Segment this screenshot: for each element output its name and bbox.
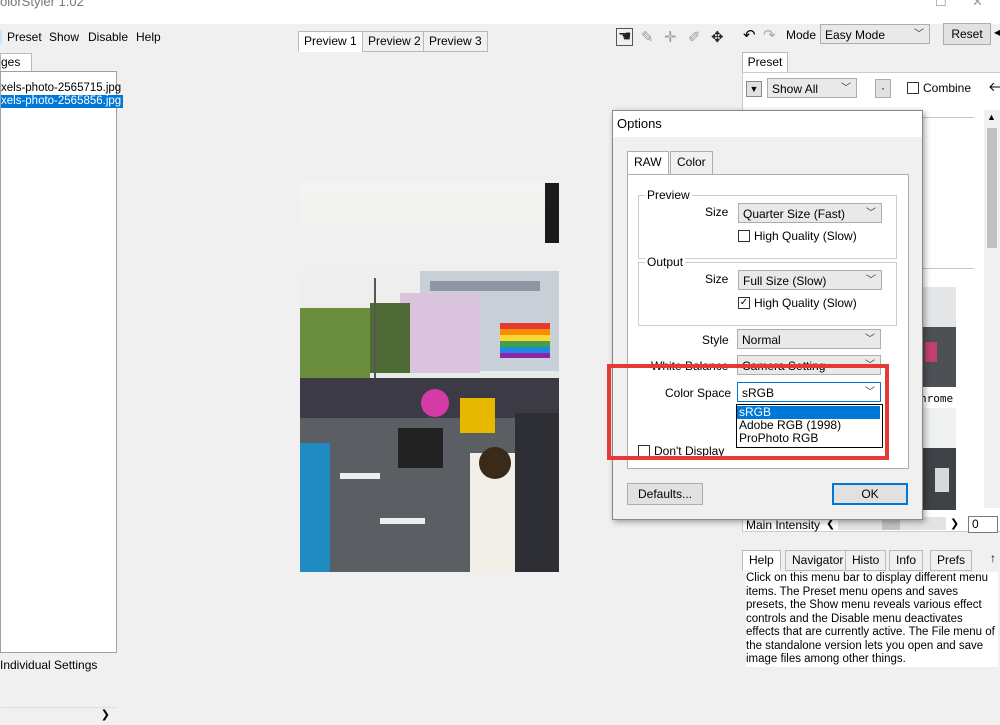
output-hq-label: High Quality (Slow) — [754, 296, 857, 310]
redo-icon[interactable]: ↷ — [763, 26, 776, 44]
tab-raw[interactable]: RAW — [627, 151, 669, 176]
menu-disable[interactable]: Disable — [88, 30, 128, 44]
style-select[interactable]: Normal ﹀ — [737, 329, 881, 349]
menu-item-partial[interactable] — [0, 30, 2, 44]
collapse-icon[interactable]: ◂ — [994, 25, 1000, 39]
images-tab[interactable]: ges — [0, 53, 32, 72]
output-group-label: Output — [645, 255, 686, 269]
preview-size-value: Quarter Size (Fast) — [743, 207, 846, 221]
tab-info[interactable]: Info — [889, 550, 924, 571]
preview-size-label: Size — [705, 205, 729, 219]
output-size-select[interactable]: Full Size (Slow) ﹀ — [738, 270, 882, 290]
style-select-value: Normal — [742, 333, 781, 347]
preview-group-label: Preview — [645, 188, 692, 202]
crosshair-icon[interactable]: ✛ — [664, 28, 677, 46]
thumbnail-caption: hrome — [920, 392, 954, 405]
tab-preset[interactable]: Preset — [742, 52, 788, 73]
menu-help[interactable]: Help — [136, 30, 161, 44]
mode-select[interactable]: Easy Mode ﹀ — [820, 24, 930, 44]
small-button[interactable]: · — [875, 79, 891, 98]
preset-menu-icon[interactable]: ▼ — [746, 81, 762, 97]
preset-thumbnail[interactable] — [920, 287, 956, 387]
preview-hq-label: High Quality (Slow) — [754, 229, 857, 243]
hand-icon[interactable]: ☚ — [616, 28, 634, 46]
arrow-left-icon[interactable]: 🡐 — [988, 79, 1000, 95]
menu-preset[interactable]: Preset — [7, 30, 42, 44]
output-size-label: Size — [705, 272, 729, 286]
preview-size-select[interactable]: Quarter Size (Fast) ﹀ — [738, 203, 882, 223]
pencil-icon[interactable]: ✐ — [688, 28, 701, 46]
slider-right-icon[interactable]: ❯ — [950, 517, 959, 530]
tab-navigator[interactable]: Navigator — [785, 550, 851, 571]
output-size-value: Full Size (Slow) — [743, 274, 827, 288]
defaults-button[interactable]: Defaults... — [627, 483, 703, 505]
preview-group: Preview Size Quarter Size (Fast) ﹀ High … — [638, 188, 897, 259]
tab-preview-2[interactable]: Preview 2 — [362, 31, 427, 52]
dialog-title: Options — [613, 111, 922, 137]
list-item-selected[interactable]: xels-photo-2565856.jpg — [1, 95, 124, 108]
output-group: Output Size Full Size (Slow) ﹀ ✓ High Qu… — [638, 255, 897, 326]
mode-label: Mode — [786, 28, 817, 42]
tab-preview-1[interactable]: Preview 1 — [298, 31, 363, 52]
combine-label: Combine — [923, 81, 972, 95]
tab-color[interactable]: Color — [670, 151, 713, 175]
arrow-up-icon[interactable]: ↑ — [990, 551, 996, 565]
list-item[interactable]: xels-photo-2565715.jpg — [1, 82, 123, 95]
show-select-value: Show All — [772, 82, 819, 96]
help-text: Click on this menu bar to display differ… — [746, 572, 998, 667]
scroll-right-icon[interactable]: ❯ — [101, 708, 110, 721]
close-icon[interactable]: ✕ — [972, 0, 983, 10]
file-list: xels-photo-2565715.jpg xels-photo-256585… — [0, 71, 124, 725]
highlight-annotation — [607, 364, 889, 460]
maximize-icon[interactable]: ☐ — [935, 0, 947, 10]
tab-histo[interactable]: Histo — [845, 550, 887, 571]
tab-help[interactable]: Help — [742, 550, 781, 571]
tab-prefs[interactable]: Prefs — [930, 550, 973, 571]
chevron-down-icon: ﹀ — [914, 29, 924, 40]
intensity-input[interactable]: 0 — [968, 516, 998, 533]
scroll-thumb[interactable] — [987, 128, 997, 248]
undo-icon[interactable]: ↶ — [743, 26, 756, 44]
preview-hq-checkbox[interactable] — [738, 230, 750, 242]
chevron-down-icon: ﹀ — [865, 334, 875, 345]
chevron-down-icon: ﹀ — [866, 275, 876, 286]
mode-select-value: Easy Mode — [825, 28, 886, 42]
combine-checkbox[interactable] — [907, 82, 919, 94]
show-select[interactable]: Show All ﹀ — [767, 78, 857, 98]
chevron-down-icon: ﹀ — [841, 83, 851, 94]
individual-settings-label[interactable]: Individual Settings — [0, 658, 97, 672]
vertical-scrollbar[interactable]: ▲ — [984, 110, 1000, 508]
chevron-down-icon: ﹀ — [866, 208, 876, 219]
output-hq-checkbox[interactable]: ✓ — [738, 297, 750, 309]
horizontal-scrollbar[interactable]: ❯ — [1, 707, 116, 725]
menu-show[interactable]: Show — [49, 30, 79, 44]
reset-button[interactable]: Reset — [943, 23, 991, 45]
tab-preview-3[interactable]: Preview 3 — [423, 31, 488, 52]
photo-illustration — [300, 183, 559, 572]
ok-button[interactable]: OK — [832, 483, 908, 505]
style-label: Style — [702, 333, 729, 347]
move-icon[interactable]: ✥ — [711, 28, 724, 46]
preset-thumbnail[interactable] — [920, 408, 956, 510]
main-intensity-label: Main Intensity — [746, 518, 821, 532]
eyedropper-icon[interactable]: ✎ — [641, 28, 654, 46]
title-bar: olorStyler 1.02 ☐ ✕ — [0, 0, 1000, 24]
scroll-up-icon[interactable]: ▲ — [987, 112, 996, 122]
app-title: olorStyler 1.02 — [0, 0, 84, 9]
preview-image — [300, 183, 559, 572]
